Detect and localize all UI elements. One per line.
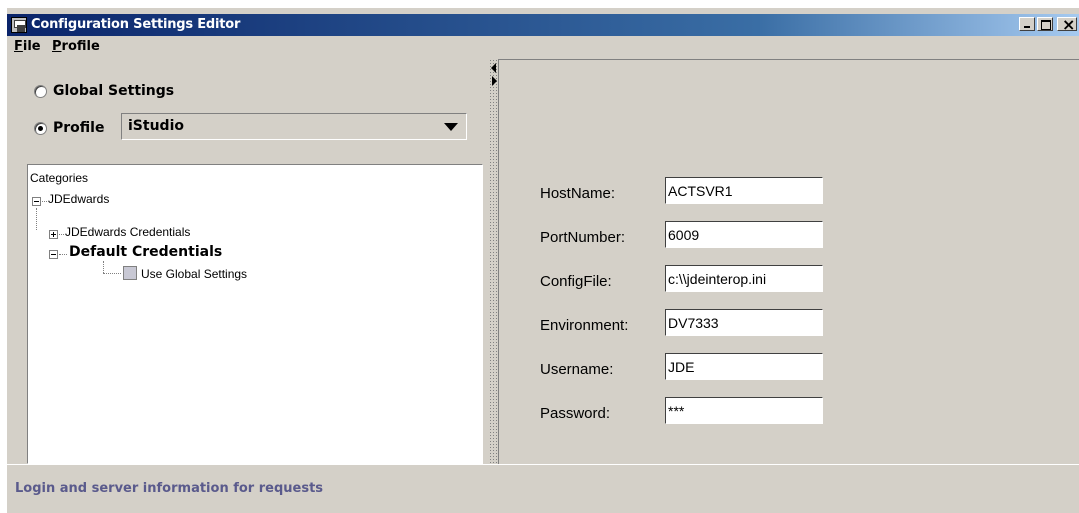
- collapse-icon[interactable]: [32, 197, 41, 206]
- password-label: Password:: [540, 405, 611, 422]
- profile-label[interactable]: Profile: [53, 120, 104, 136]
- title-bar[interactable]: Configuration Settings Editor: [7, 14, 1079, 36]
- expand-right-icon[interactable]: [492, 76, 497, 86]
- username-field[interactable]: [665, 353, 823, 380]
- window-title: Configuration Settings Editor: [31, 17, 241, 32]
- categories-tree[interactable]: Categories JDEdwards JDEdwards Credentia…: [27, 164, 483, 464]
- menu-bar: File Profile: [7, 36, 1079, 59]
- global-settings-label[interactable]: Global Settings: [53, 83, 174, 99]
- configfile-field[interactable]: [665, 265, 823, 292]
- tree-connector: [59, 234, 64, 235]
- hostname-field[interactable]: [665, 177, 823, 204]
- tree-node-jdedwards[interactable]: JDEdwards: [48, 192, 109, 206]
- profile-select[interactable]: iStudio: [121, 113, 467, 140]
- tree-node-default-credentials[interactable]: Default Credentials: [69, 244, 222, 260]
- expand-icon[interactable]: [49, 230, 58, 239]
- status-bar: Login and server information for request…: [7, 464, 1079, 513]
- tree-connector: [103, 273, 121, 274]
- app-icon[interactable]: [11, 17, 27, 33]
- environment-field[interactable]: [665, 309, 823, 336]
- collapse-left-icon[interactable]: [491, 63, 496, 73]
- scope-panel: Global Settings Profile iStudio Categori…: [7, 59, 489, 464]
- tree-root-label: Categories: [30, 171, 89, 185]
- collapse-icon[interactable]: [49, 250, 58, 259]
- menu-profile-rest: rofile: [61, 39, 100, 54]
- settings-window: Configuration Settings Editor File Profi…: [6, 8, 1079, 513]
- portnumber-label: PortNumber:: [540, 229, 626, 246]
- menu-file-rest: ile: [22, 39, 41, 54]
- menu-file[interactable]: File: [14, 39, 41, 54]
- tree-connector: [36, 208, 37, 230]
- status-message: Login and server information for request…: [15, 481, 324, 496]
- menu-profile-accel: P: [52, 39, 62, 54]
- use-global-settings-checkbox[interactable]: [123, 266, 137, 280]
- tree-connector: [103, 261, 104, 273]
- hostname-label: HostName:: [540, 185, 616, 202]
- menu-file-accel: F: [14, 39, 23, 54]
- tree-connector: [42, 201, 47, 202]
- profile-radio[interactable]: [34, 122, 47, 135]
- profile-select-value: iStudio: [128, 118, 184, 134]
- configfile-label: ConfigFile:: [540, 273, 612, 290]
- portnumber-field[interactable]: [665, 221, 823, 248]
- maximize-button[interactable]: [1037, 17, 1053, 31]
- close-button[interactable]: [1057, 15, 1077, 34]
- menu-profile[interactable]: Profile: [52, 39, 100, 54]
- global-settings-radio[interactable]: [34, 85, 47, 98]
- credentials-form: HostName: PortNumber: ConfigFile: Enviro…: [498, 59, 1079, 464]
- chevron-down-icon[interactable]: [444, 123, 458, 131]
- tree-node-jdedwards-credentials[interactable]: JDEdwards Credentials: [65, 225, 190, 239]
- password-field[interactable]: [665, 397, 823, 424]
- environment-label: Environment:: [540, 317, 629, 334]
- tree-connector: [59, 254, 67, 255]
- minimize-button[interactable]: [1019, 17, 1035, 31]
- username-label: Username:: [540, 361, 614, 378]
- tree-node-use-global-settings[interactable]: Use Global Settings: [141, 267, 247, 281]
- split-pane-divider[interactable]: [489, 59, 498, 463]
